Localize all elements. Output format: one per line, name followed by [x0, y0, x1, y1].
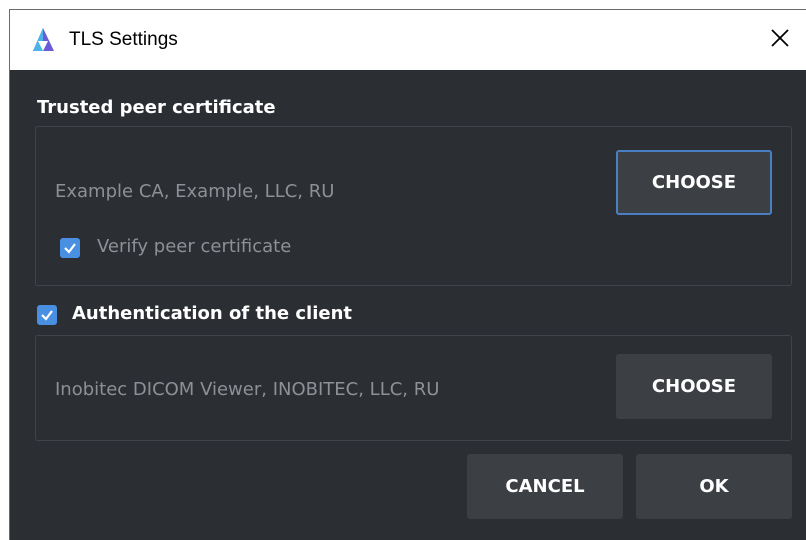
checkmark-icon [64, 243, 76, 254]
app-logo-icon [31, 27, 56, 53]
verify-peer-label[interactable]: Verify peer certificate [97, 236, 291, 257]
verify-peer-checkbox[interactable] [60, 238, 80, 258]
cancel-button[interactable]: CANCEL [467, 454, 623, 519]
client-auth-checkbox[interactable] [37, 305, 57, 325]
close-button[interactable] [762, 22, 798, 58]
trusted-peer-group: Example CA, Example, LLC, RU CHOOSE Veri… [35, 126, 792, 286]
checkmark-icon [41, 310, 53, 321]
client-auth-group: Inobitec DICOM Viewer, INOBITEC, LLC, RU… [35, 335, 792, 441]
ok-button[interactable]: OK [636, 454, 792, 519]
tls-settings-dialog: TLS Settings Trusted peer certificate Ex… [9, 9, 806, 540]
choose-trusted-certificate-button[interactable]: CHOOSE [616, 150, 772, 215]
title-bar: TLS Settings [10, 10, 806, 70]
window-title: TLS Settings [69, 29, 178, 50]
client-auth-label[interactable]: Authentication of the client [72, 303, 352, 324]
trusted-certificate-name: Example CA, Example, LLC, RU [55, 181, 335, 202]
close-icon [770, 28, 790, 53]
choose-client-certificate-button[interactable]: CHOOSE [616, 354, 772, 419]
client-certificate-name: Inobitec DICOM Viewer, INOBITEC, LLC, RU [55, 379, 440, 400]
trusted-peer-section-label: Trusted peer certificate [37, 97, 276, 118]
